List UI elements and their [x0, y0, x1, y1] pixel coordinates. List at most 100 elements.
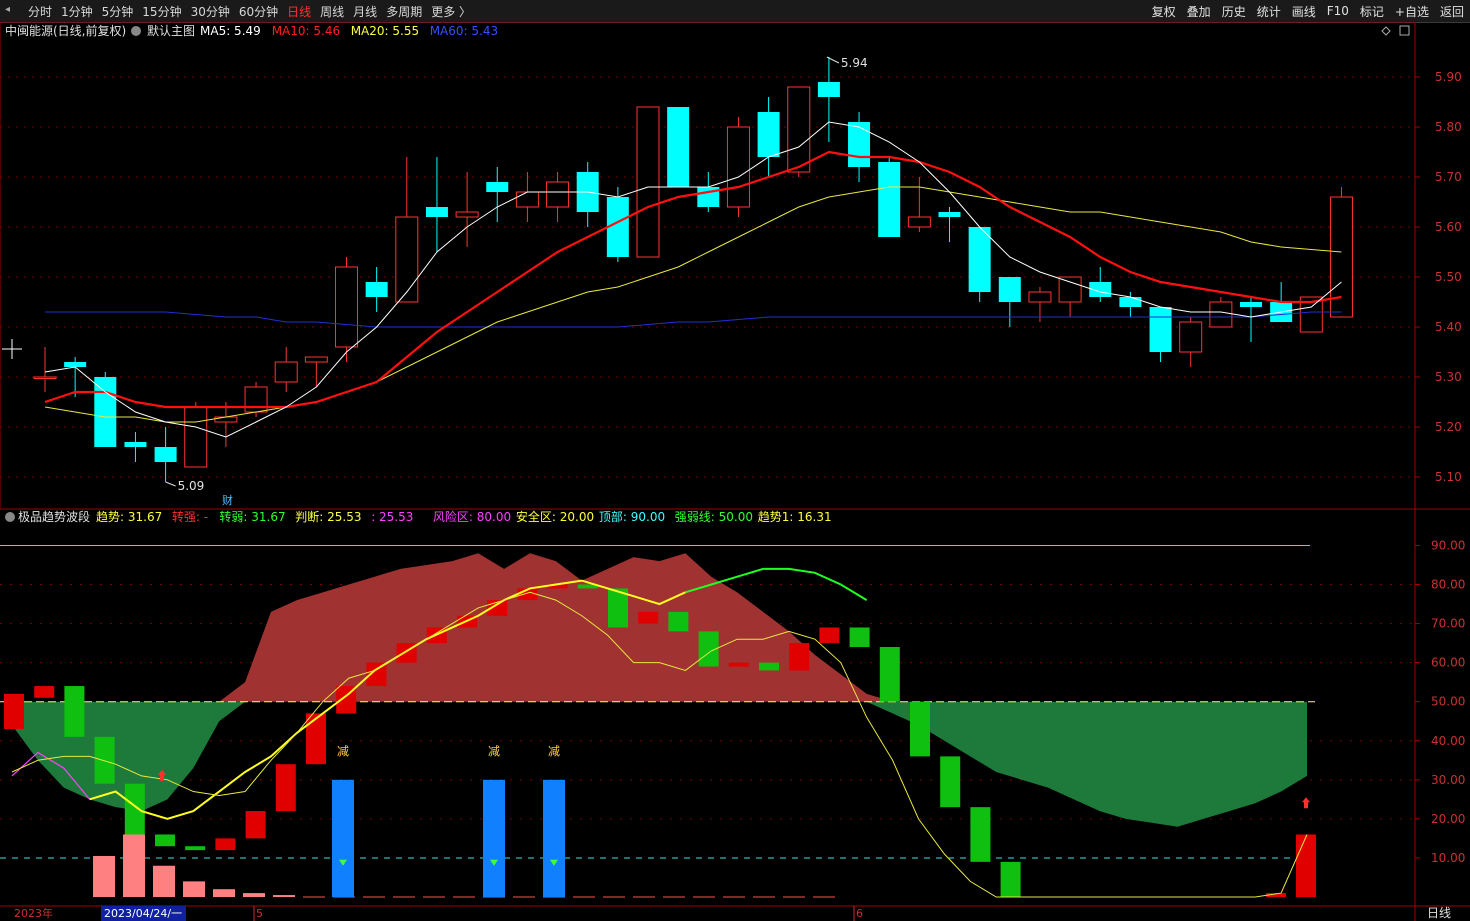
candle-body-down — [938, 212, 961, 217]
tool-4[interactable]: 画线 — [1292, 3, 1316, 20]
indicator-readout-3: 判断: 25.53 — [295, 509, 361, 524]
indicator-readout-0: 趋势: 31.67 — [96, 510, 162, 524]
price-tick-label: 5.60 — [1435, 220, 1462, 234]
template-name: 默认主图 — [147, 23, 195, 38]
top-toolbar: ◂ 分时 1分钟 5分钟 15分钟 30分钟 60分钟 日线 周线 月线 多周期 更多 〉 复权 叠加… — [0, 0, 1470, 23]
red-trend-bar — [819, 627, 840, 644]
green-trend-bar — [879, 647, 900, 702]
price-tick-label: 5.20 — [1435, 420, 1462, 434]
period-tabs: 分时 1分钟 5分钟 15分钟 30分钟 60分钟 日线 周线 月线 多周期 更多 〉 — [28, 0, 480, 22]
tool-2[interactable]: 历史 — [1222, 3, 1246, 20]
up-arrow-icon — [1302, 797, 1310, 809]
candle-body-up — [335, 266, 358, 348]
candle-body-up — [274, 361, 298, 383]
ind-tick-label: 10.00 — [1431, 851, 1465, 865]
candle-body-up — [184, 406, 208, 468]
candle-body-up — [33, 376, 57, 379]
candle-body-up — [1058, 276, 1082, 303]
candle-body-up — [726, 126, 750, 208]
tool-8[interactable]: 返回 — [1440, 3, 1464, 20]
tool-6[interactable]: 标记 — [1360, 3, 1384, 20]
tab-9[interactable]: 多周期 — [386, 3, 422, 20]
low-pointer — [165, 481, 176, 487]
tool-1[interactable]: 叠加 — [1187, 3, 1211, 20]
candle-body-up — [214, 416, 238, 423]
tab-8[interactable]: 月线 — [353, 3, 377, 20]
date-label-year: 2023年 — [14, 906, 53, 920]
stock-name: 中闽能源(日线,前复权) — [5, 23, 126, 38]
tab-6[interactable]: 日线 — [287, 3, 311, 20]
risk-area-fill — [12, 553, 1307, 702]
indicator-readout-7: 顶部: 90.00 — [599, 509, 665, 524]
tool-5[interactable]: F10 — [1327, 4, 1349, 18]
indicator-readout-2: 转弱: 31.67 — [219, 509, 285, 524]
ma5-line — [44, 121, 1342, 438]
candle-body-up — [907, 216, 931, 228]
window-icon — [1399, 25, 1410, 36]
green-trend-bar — [910, 701, 930, 757]
chart-area[interactable]: 5.90 5.80 5.70 5.60 5.50 5.40 5.30 5.20 5.10 5.94… — [0, 22, 1470, 921]
tab-10[interactable]: 更多 〉 — [431, 3, 471, 20]
back-arrow-icon[interactable]: ◂ — [5, 4, 15, 16]
red-trend-bar — [638, 611, 659, 624]
month-label-6: 6 — [856, 907, 863, 920]
red-trend-bar — [789, 643, 810, 671]
pink-bar — [123, 834, 145, 897]
price-tick-label: 5.90 — [1435, 70, 1462, 84]
indicator-readout-4: : 25.53 — [371, 510, 413, 524]
tab-0[interactable]: 分时 — [28, 3, 52, 20]
candle-body-down — [878, 162, 901, 237]
ind-tick-label: 30.00 — [1431, 773, 1465, 787]
tab-4[interactable]: 30分钟 — [191, 3, 230, 20]
red-trend-bar — [1296, 834, 1316, 897]
candle-body-down — [94, 377, 117, 447]
green-trend-bar — [155, 834, 175, 847]
indicator-readout-8: 强弱线: 50.00 — [675, 510, 753, 524]
ind-tick-label: 20.00 — [1431, 812, 1465, 826]
candle-body-down — [154, 447, 177, 462]
ind-tick-label: 80.00 — [1431, 578, 1465, 592]
reduce-bar — [483, 779, 505, 897]
green-trend-bar — [1000, 861, 1021, 897]
tab-7[interactable]: 周线 — [320, 3, 344, 20]
pink-bar — [93, 855, 115, 897]
green-trend-bar — [124, 783, 145, 835]
candle-body-down — [1240, 302, 1262, 307]
ind-tick-label: 90.00 — [1431, 538, 1465, 552]
finance-marker: 财 — [222, 493, 233, 507]
green-trend-bar — [94, 736, 115, 784]
green-trend-bar — [64, 686, 85, 737]
tab-5[interactable]: 60分钟 — [239, 3, 278, 20]
candle-body-down — [486, 182, 509, 192]
red-trend-bar — [306, 713, 326, 765]
tool-7[interactable]: +自选 — [1395, 3, 1429, 20]
ma10-line — [44, 150, 1342, 409]
red-trend-bar — [34, 686, 55, 698]
ma-readout-1: MA10: 5.46 — [272, 24, 340, 38]
red-trend-bar — [275, 764, 296, 812]
ind-tick-label: 60.00 — [1431, 656, 1465, 670]
green-trend-bar — [970, 807, 991, 862]
candle-body-up — [515, 191, 539, 208]
tab-2[interactable]: 5分钟 — [102, 3, 134, 20]
tab-1[interactable]: 1分钟 — [61, 3, 93, 20]
candle-body-up — [1209, 301, 1233, 328]
reduce-label: 减 — [488, 744, 500, 758]
pink-bar — [213, 889, 235, 897]
red-trend-bar — [245, 811, 266, 839]
candle-body-down — [998, 277, 1021, 302]
tool-0[interactable]: 复权 — [1152, 3, 1176, 20]
month-label-5: 5 — [256, 907, 263, 920]
ma60-line — [45, 311, 1342, 328]
candle-body-up — [636, 106, 660, 258]
tool-3[interactable]: 统计 — [1257, 3, 1281, 20]
price-tick-label: 5.10 — [1435, 470, 1462, 484]
diamond-icon — [1381, 26, 1391, 36]
candle-body-down — [64, 362, 87, 367]
ma-readout-0: MA5: 5.49 — [200, 24, 261, 38]
pink-bar — [153, 865, 175, 897]
reduce-bar — [543, 779, 565, 897]
reduce-bar — [332, 779, 354, 897]
tab-3[interactable]: 15分钟 — [142, 3, 181, 20]
candle-body-down — [968, 227, 991, 292]
